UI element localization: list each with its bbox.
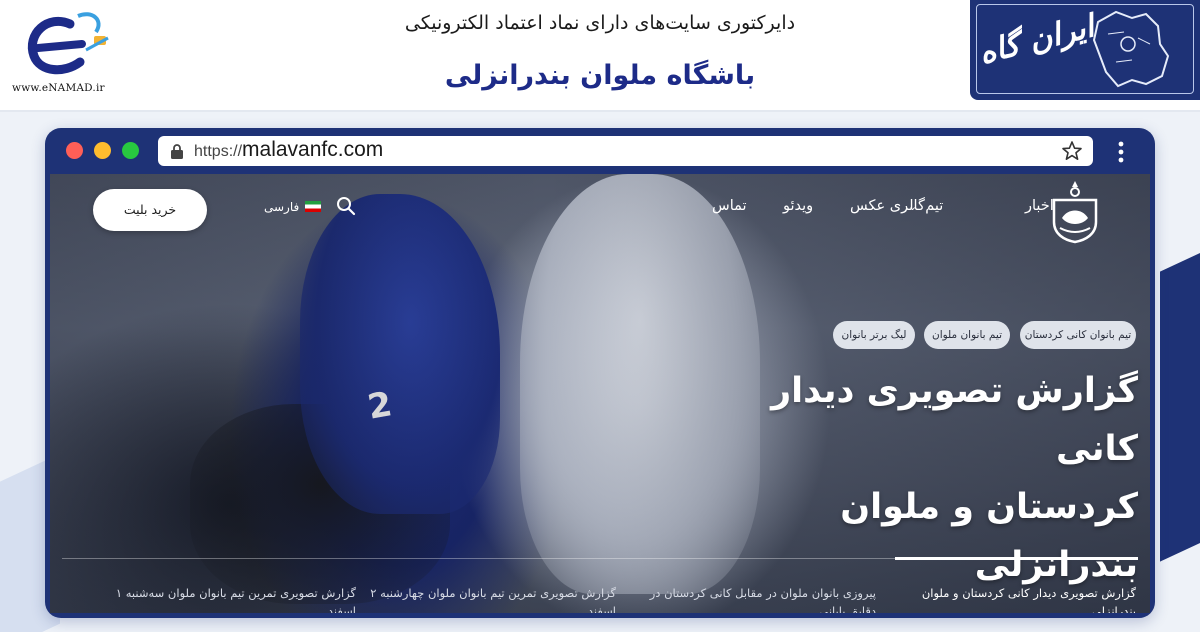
language-label: فارسی [264,200,300,214]
banner-divider [0,110,1200,112]
url-text[interactable]: https://malavanfc.com [194,138,383,162]
window-close-dot[interactable] [66,142,83,159]
browser-menu-icon[interactable] [1116,140,1126,164]
tag-kani-kurdistan[interactable]: تیم بانوان کانی کردستان [1020,321,1136,349]
address-bar[interactable]: https://malavanfc.com [158,136,1093,166]
url-scheme: https:// [194,143,243,160]
nav-item-news[interactable]: اخبار [1025,198,1054,214]
malavan-club-logo-icon[interactable] [1046,178,1104,244]
news-item[interactable]: گزارش تصویری دیدار کانی کردستان و ملوان … [888,584,1136,613]
site-viewport: 2 اخبار تیم⌄ گالری عکس ویدئو تماس فارسی … [50,174,1150,613]
nav-item-contact[interactable]: تماس [712,198,747,214]
search-icon[interactable] [336,196,356,216]
nav-item-gallery[interactable]: گالری عکس [850,198,925,214]
irangah-brand[interactable]: ایران گاه [970,0,1200,100]
window-maximize-dot[interactable] [122,142,139,159]
news-item[interactable]: پیروزی بانوان ملوان در مقابل کانی کردستا… [628,584,876,613]
url-domain: malavanfc.com [242,138,384,161]
tag-malavan-women[interactable]: تیم بانوان ملوان [924,321,1010,349]
iran-flag-icon [305,201,322,212]
lock-icon [171,144,183,159]
hero-headline-line2: کردستان و ملوان بندرانزلی [840,487,1138,585]
decor-shape [1160,248,1200,562]
iran-map-icon [1092,10,1170,88]
buy-ticket-button[interactable]: خرید بلیت [93,189,207,231]
browser-window: https://malavanfc.com 2 اخبار تیم⌄ گالری… [45,128,1155,618]
language-selector[interactable]: فارسی [264,200,322,214]
news-strip-active-indicator [895,557,1138,560]
hero-headline-line1: گزارش تصویری دیدار کانی [771,371,1138,469]
tag-womens-league[interactable]: لیگ برتر بانوان [833,321,915,349]
window-minimize-dot[interactable] [94,142,111,159]
news-item[interactable]: گزارش تصویری تمرین تیم بانوان ملوان سه‌ش… [108,584,356,613]
directory-title: دایرکتوری سایت‌های دارای نماد اعتماد الک… [404,12,796,34]
nav-item-video[interactable]: ویدئو [783,198,813,214]
enamad-url[interactable]: www.eNAMAD.ir [12,82,105,94]
nav-item-team-label: تیم [925,198,944,214]
news-item[interactable]: گزارش تصویری تمرین تیم بانوان ملوان چهار… [368,584,616,613]
bookmark-star-icon[interactable] [1061,140,1083,162]
club-name: باشگاه ملوان بندرانزلی [444,60,756,91]
